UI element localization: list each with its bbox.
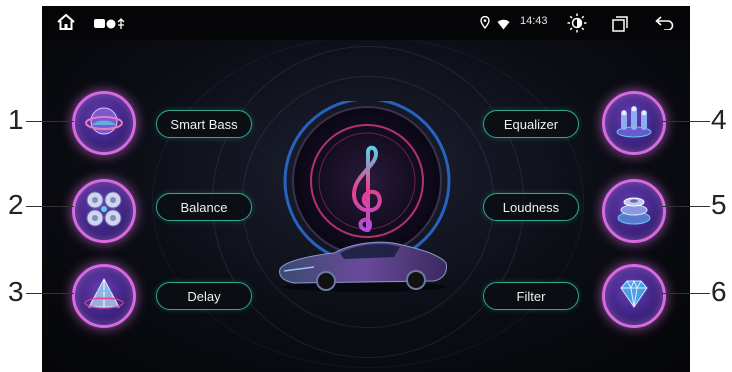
callout-line bbox=[662, 293, 710, 294]
recent-apps-icon[interactable] bbox=[612, 16, 628, 37]
audio-settings-screen: 14:43 Smart Bass Balance Delay Equalizer… bbox=[42, 6, 690, 372]
balance-label: Balance bbox=[180, 199, 228, 215]
callout-line bbox=[662, 121, 710, 122]
treble-clef-icon bbox=[342, 144, 392, 239]
brightness-icon[interactable] bbox=[567, 13, 587, 38]
status-bar: 14:43 bbox=[42, 6, 690, 40]
equalizer-orb[interactable] bbox=[602, 91, 666, 155]
speakers-icon bbox=[83, 188, 125, 235]
callout-number: 6 bbox=[711, 276, 727, 307]
equalizer-icon bbox=[613, 100, 655, 147]
equalizer-label: Equalizer bbox=[503, 116, 559, 132]
balance-button[interactable]: Balance bbox=[156, 193, 252, 221]
wifi-icon bbox=[497, 17, 510, 35]
filter-label: Filter bbox=[516, 288, 546, 304]
smart-bass-button[interactable]: Smart Bass bbox=[156, 110, 252, 138]
back-icon[interactable] bbox=[655, 16, 675, 35]
smart-bass-label: Smart Bass bbox=[170, 116, 238, 132]
loudness-label: Loudness bbox=[502, 199, 560, 215]
car-image bbox=[274, 231, 452, 298]
clock-time: 14:43 bbox=[520, 15, 548, 27]
pyramid-icon bbox=[83, 273, 125, 320]
loudness-button[interactable]: Loudness bbox=[483, 193, 579, 221]
callout-number: 5 bbox=[711, 189, 727, 220]
location-icon bbox=[480, 15, 490, 34]
home-icon[interactable] bbox=[56, 13, 76, 36]
callout-line bbox=[26, 206, 74, 207]
callout-line bbox=[26, 293, 74, 294]
bass-sphere-icon bbox=[84, 101, 124, 146]
callout-number: 3 bbox=[8, 276, 24, 307]
notification-icons bbox=[94, 17, 130, 35]
callout-number: 4 bbox=[711, 104, 727, 135]
loudness-icon bbox=[613, 188, 655, 235]
filter-orb[interactable] bbox=[602, 264, 666, 328]
filter-button[interactable]: Filter bbox=[483, 282, 579, 310]
diamond-icon bbox=[613, 273, 655, 320]
callout-number: 2 bbox=[8, 189, 24, 220]
delay-button[interactable]: Delay bbox=[156, 282, 252, 310]
smart-bass-orb[interactable] bbox=[72, 91, 136, 155]
equalizer-button[interactable]: Equalizer bbox=[483, 110, 579, 138]
balance-orb[interactable] bbox=[72, 179, 136, 243]
callout-line bbox=[662, 206, 710, 207]
delay-orb[interactable] bbox=[72, 264, 136, 328]
callout-number: 1 bbox=[8, 104, 24, 135]
delay-label: Delay bbox=[187, 288, 221, 304]
callout-line bbox=[26, 121, 74, 122]
loudness-orb[interactable] bbox=[602, 179, 666, 243]
